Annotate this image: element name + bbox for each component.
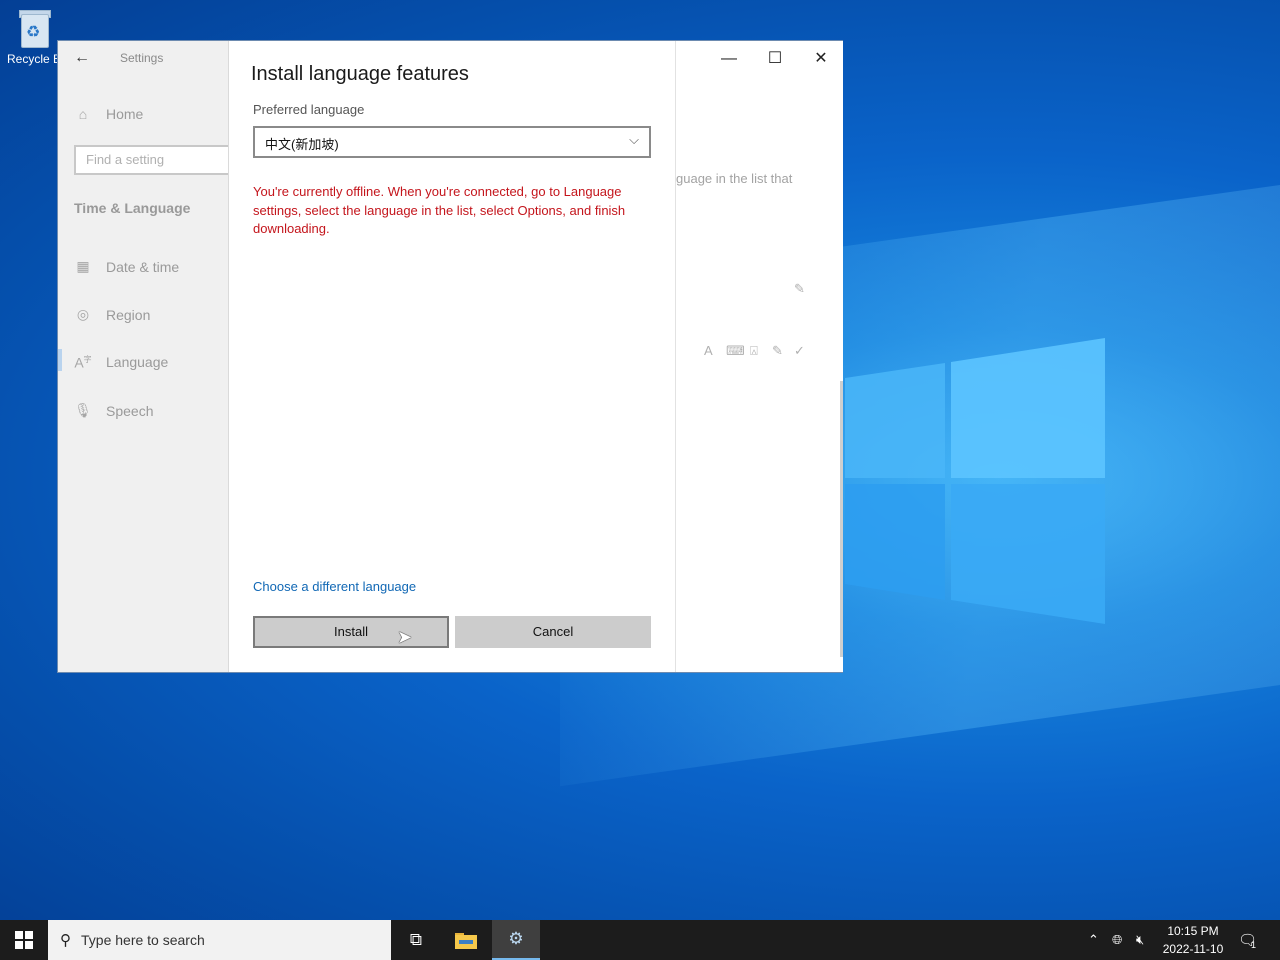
windows-start-icon xyxy=(15,931,33,949)
globe-icon: ◎ xyxy=(76,306,90,322)
sidebar-item-date-time[interactable]: ▦ Date & time xyxy=(74,258,179,275)
close-button[interactable]: ✕ xyxy=(798,43,843,75)
scrollbar[interactable] xyxy=(840,381,843,657)
maximize-icon: ☐ xyxy=(767,50,783,67)
recycle-bin-label: Recycle B xyxy=(6,52,62,66)
notification-count: 1 xyxy=(1251,940,1257,950)
recycle-bin-icon: ♻ xyxy=(17,8,51,48)
gear-icon: ⚙ xyxy=(508,929,524,948)
task-view-button[interactable]: ⧉ xyxy=(392,920,440,960)
file-explorer-button[interactable] xyxy=(442,920,490,960)
handwriting-feature-icon: ✎ xyxy=(772,343,783,358)
taskbar: ⚲ Type here to search ⧉ ⚙ ⌃ 🌐︎ 🔇︎ 10:15 … xyxy=(0,920,1280,960)
volume-muted-icon: 🔇︎ xyxy=(1136,932,1145,947)
task-view-icon: ⧉ xyxy=(409,930,423,949)
nav-home[interactable]: ⌂ Home xyxy=(74,106,144,122)
back-arrow-icon[interactable]: ← xyxy=(74,49,90,67)
settings-content-background: — ☐ ✕ guage in the list that ✎ A ⌨ ⍓ ✎ ✓ xyxy=(675,41,843,672)
install-language-dialog: Install language features Preferred lang… xyxy=(228,41,676,672)
globe-network-icon: 🌐︎ xyxy=(1112,932,1123,947)
close-icon: ✕ xyxy=(814,50,828,67)
speech-recognition-icon: ⍓ xyxy=(750,343,758,358)
taskbar-clock[interactable]: 10:15 PM 2022-11-10 xyxy=(1158,922,1228,958)
sidebar-item-speech[interactable]: 🎙 Speech xyxy=(74,402,153,419)
clock-time: 10:15 PM xyxy=(1167,924,1219,938)
home-icon: ⌂ xyxy=(78,106,88,122)
minimize-icon: — xyxy=(721,50,737,67)
settings-sidebar: ← Settings ⌂ Home Find a setting Time & … xyxy=(58,41,234,672)
install-button[interactable]: Install xyxy=(253,616,449,648)
cancel-button[interactable]: Cancel xyxy=(455,616,651,648)
action-center-button[interactable]: 🗨︎ 1 xyxy=(1238,920,1257,960)
windows-logo-wallpaper xyxy=(845,338,1105,624)
network-button[interactable]: 🌐︎ xyxy=(1112,920,1122,960)
maximize-button[interactable]: ☐ xyxy=(752,43,798,75)
handwriting-icon: ✎ xyxy=(794,281,805,296)
volume-button[interactable]: 🔇︎ xyxy=(1136,920,1144,960)
preferred-language-select[interactable]: 中文(新加坡) ⌵ xyxy=(253,126,651,158)
microphone-icon: 🎙 xyxy=(74,402,92,418)
mouse-cursor-icon: ➤ xyxy=(397,627,413,647)
chevron-down-icon: ⌵ xyxy=(629,132,639,147)
text-to-speech-icon: ⌨ xyxy=(726,343,745,358)
settings-window: ← Settings ⌂ Home Find a setting Time & … xyxy=(57,40,843,673)
app-title: Settings xyxy=(120,51,164,65)
taskbar-search-box[interactable]: ⚲ Type here to search xyxy=(48,920,391,960)
preferred-language-label: Preferred language xyxy=(253,102,365,117)
sidebar-item-label: Date & time xyxy=(106,258,180,275)
section-title: Time & Language xyxy=(74,200,191,216)
nav-home-label: Home xyxy=(106,106,144,122)
folder-icon xyxy=(455,933,477,949)
settings-taskbar-button[interactable]: ⚙ xyxy=(492,920,540,960)
selected-indicator xyxy=(58,349,62,371)
spellcheck-icon: ✓ xyxy=(794,343,805,358)
sidebar-item-language[interactable]: A字 Language xyxy=(74,354,169,371)
sidebar-item-label: Speech xyxy=(106,402,154,419)
find-setting-input[interactable]: Find a setting xyxy=(74,145,234,175)
clock-date: 2022-11-10 xyxy=(1162,942,1224,956)
calendar-clock-icon: ▦ xyxy=(76,258,90,274)
choose-different-language-link[interactable]: Choose a different language xyxy=(253,579,416,594)
minimize-button[interactable]: — xyxy=(706,43,752,75)
chevron-up-icon: ⌃ xyxy=(1088,932,1099,947)
start-button[interactable] xyxy=(0,920,48,960)
background-language-text: guage in the list that xyxy=(676,171,793,186)
sidebar-item-region[interactable]: ◎ Region xyxy=(74,306,150,323)
taskbar-search-placeholder: Type here to search xyxy=(81,932,205,948)
dialog-title: Install language features xyxy=(251,63,469,85)
sidebar-item-label: Region xyxy=(106,306,151,323)
language-icon: A字 xyxy=(74,354,92,371)
recycle-bin-desktop-icon[interactable]: ♻ Recycle B xyxy=(4,8,64,66)
show-hidden-icons-button[interactable]: ⌃ xyxy=(1088,920,1099,960)
search-icon: ⚲ xyxy=(60,932,71,949)
display-language-icon: A xyxy=(704,343,713,358)
offline-message: You're currently offline. When you're co… xyxy=(253,184,626,236)
selected-language-value: 中文(新加坡) xyxy=(265,137,339,152)
sidebar-item-label: Language xyxy=(106,354,169,371)
